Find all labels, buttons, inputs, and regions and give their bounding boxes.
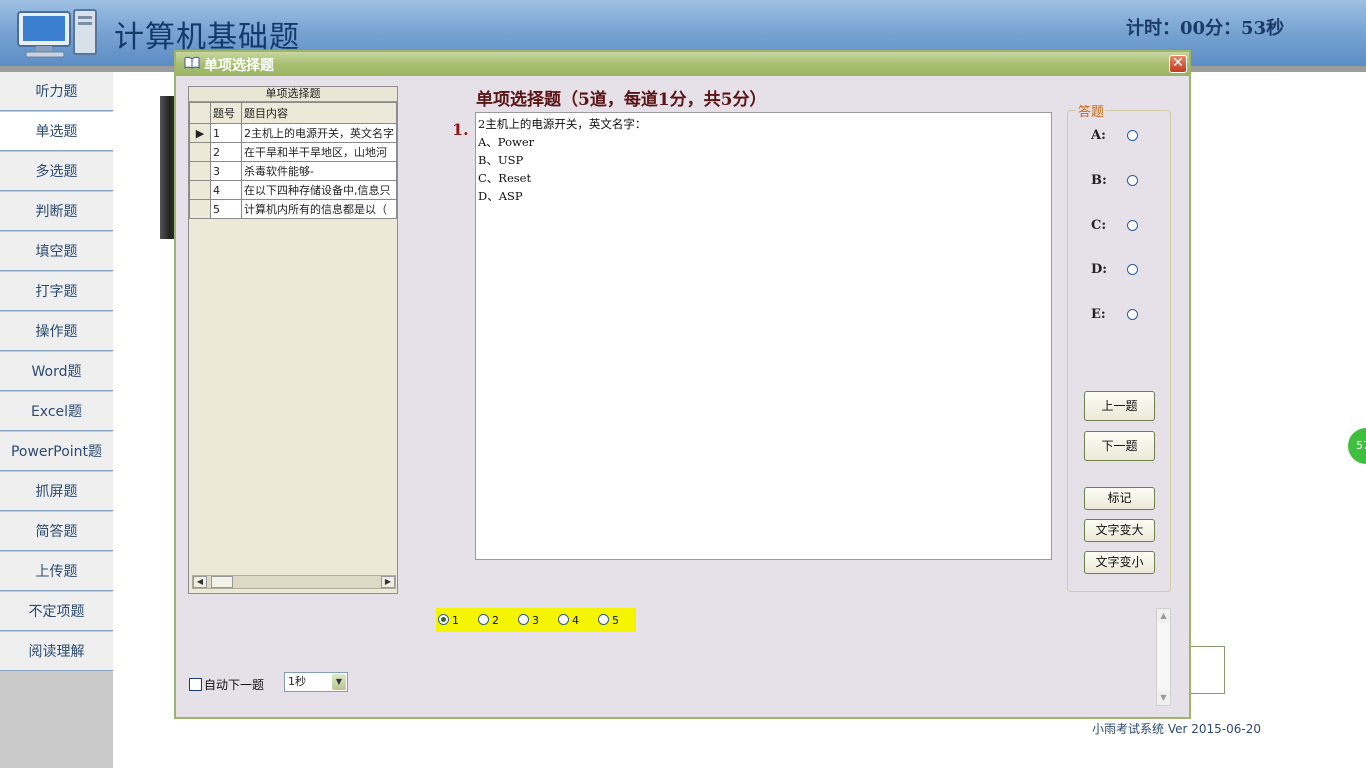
mark-button[interactable]: 标记 — [1084, 487, 1155, 510]
interval-value: 1秒 — [288, 675, 306, 688]
sidebar-item-indefinite-choice[interactable]: 不定项题 — [0, 592, 113, 631]
header-content: 题目内容 — [241, 102, 397, 124]
table-row[interactable]: 5 计算机内所有的信息都是以（ — [189, 199, 397, 219]
table-row[interactable]: 4 在以下四种存储设备中,信息只 — [189, 180, 397, 200]
font-smaller-button[interactable]: 文字变小 — [1084, 551, 1155, 574]
scroll-down-icon[interactable]: ▼ — [1157, 691, 1170, 705]
scroll-right-icon[interactable]: ▶ — [381, 576, 395, 588]
answer-radio-c[interactable] — [1127, 220, 1138, 231]
sidebar-item-fill-blank[interactable]: 填空题 — [0, 232, 113, 271]
interval-select[interactable]: 1秒 ▼ — [284, 672, 348, 692]
close-button[interactable]: ✕ — [1169, 55, 1187, 73]
sidebar-item-multiple-choice[interactable]: 多选题 — [0, 152, 113, 191]
nav-label-1: 1 — [452, 614, 459, 627]
option-line-b: B、USP — [478, 153, 524, 167]
question-heading: 单项选择题（5道，每道1分，共5分） — [476, 90, 767, 110]
auto-next-checkbox[interactable] — [189, 678, 202, 691]
nav-radio-5[interactable] — [598, 614, 609, 625]
exam-timer: 计时：00分：53秒 — [1126, 18, 1285, 39]
row-text: 杀毒软件能够- — [241, 161, 397, 181]
question-stem: 2主机上的电源开关，英文名字： — [478, 117, 647, 131]
row-text: 在以下四种存储设备中,信息只 — [241, 180, 397, 200]
chevron-down-icon[interactable]: ▼ — [332, 674, 346, 690]
question-grid: 单项选择题 题号 题目内容 ▶ 1 2主机上的电源开关，英文名字 2 在干旱和半… — [188, 86, 398, 594]
row-pointer-icon: ▶ — [189, 123, 211, 143]
answer-label-b: B: — [1091, 173, 1107, 188]
sidebar-item-listening[interactable]: 听力题 — [0, 72, 113, 111]
nav-label-5: 5 — [612, 614, 619, 627]
grid-horizontal-scrollbar[interactable]: ◀ ▶ — [192, 575, 396, 589]
answer-label-a: A: — [1091, 128, 1106, 143]
dialog-title: 单项选择题 — [204, 58, 274, 74]
book-icon — [184, 56, 200, 69]
question-table: 题号 题目内容 ▶ 1 2主机上的电源开关，英文名字 2 在干旱和半干旱地区，山… — [189, 102, 397, 219]
answer-label-c: C: — [1091, 218, 1107, 233]
vertical-scrollbar[interactable]: ▲ ▼ — [1156, 608, 1171, 706]
sidebar-item-powerpoint[interactable]: PowerPoint题 — [0, 432, 113, 471]
nav-radio-2[interactable] — [478, 614, 489, 625]
auto-next-label: 自动下一题 — [204, 678, 265, 692]
dialog-titlebar: 单项选择题 ✕ — [176, 52, 1189, 76]
sidebar-item-true-false[interactable]: 判断题 — [0, 192, 113, 231]
version-text: 小雨考试系统 Ver 2015-06-20 — [1092, 722, 1261, 736]
nav-radio-1[interactable] — [438, 614, 449, 625]
header-indicator — [189, 102, 211, 124]
next-question-button[interactable]: 下一题 — [1084, 431, 1155, 461]
sidebar-item-typing[interactable]: 打字题 — [0, 272, 113, 311]
question-nav-strip: 1 2 3 4 5 — [436, 608, 636, 632]
sidebar-item-short-answer[interactable]: 简答题 — [0, 512, 113, 551]
sidebar-item-screenshot[interactable]: 抓屏题 — [0, 472, 113, 511]
scroll-up-icon[interactable]: ▲ — [1157, 609, 1170, 623]
single-choice-dialog: 单项选择题 ✕ 单项选择题 题号 题目内容 ▶ 1 2主机上的电源开关，英文名字… — [174, 50, 1191, 719]
answer-radio-b[interactable] — [1127, 175, 1138, 186]
row-number: 2 — [210, 142, 242, 162]
table-row[interactable]: ▶ 1 2主机上的电源开关，英文名字 — [189, 123, 397, 143]
grid-caption: 单项选择题 — [189, 87, 397, 102]
computer-logo-icon — [17, 9, 97, 58]
answer-legend: 答题 — [1076, 101, 1107, 120]
nav-label-2: 2 — [492, 614, 499, 627]
sidebar-item-operation[interactable]: 操作题 — [0, 312, 113, 351]
sidebar-item-upload[interactable]: 上传题 — [0, 552, 113, 591]
row-number: 5 — [210, 199, 242, 219]
option-line-a: A、Power — [478, 135, 535, 149]
row-text: 在干旱和半干旱地区，山地河 — [241, 142, 397, 162]
answer-radio-d[interactable] — [1127, 264, 1138, 275]
table-row[interactable]: 2 在干旱和半干旱地区，山地河 — [189, 142, 397, 162]
nav-radio-3[interactable] — [518, 614, 529, 625]
header-number: 题号 — [210, 102, 242, 124]
answer-radio-a[interactable] — [1127, 130, 1138, 141]
question-text-box[interactable]: 2主机上的电源开关，英文名字： A、Power B、USP C、Reset D、… — [475, 112, 1052, 560]
nav-label-4: 4 — [572, 614, 579, 627]
row-text: 2主机上的电源开关，英文名字 — [241, 123, 397, 143]
sidebar-item-word[interactable]: Word题 — [0, 352, 113, 391]
table-header: 题号 题目内容 — [189, 102, 397, 124]
question-number: 1. — [452, 120, 469, 139]
row-number: 1 — [210, 123, 242, 143]
sidebar-item-reading[interactable]: 阅读理解 — [0, 632, 113, 671]
sidebar-item-single-choice[interactable]: 单选题 — [0, 112, 113, 151]
answer-label-d: D: — [1091, 262, 1108, 277]
row-text: 计算机内所有的信息都是以（ — [241, 199, 397, 219]
option-line-d: D、ASP — [478, 189, 523, 203]
background-button — [1188, 646, 1225, 694]
scroll-left-icon[interactable]: ◀ — [193, 576, 207, 588]
row-number: 3 — [210, 161, 242, 181]
floating-badge[interactable]: 57 — [1348, 428, 1366, 464]
nav-radio-4[interactable] — [558, 614, 569, 625]
answer-radio-e[interactable] — [1127, 309, 1138, 320]
prev-question-button[interactable]: 上一题 — [1084, 391, 1155, 421]
table-row[interactable]: 3 杀毒软件能够- — [189, 161, 397, 181]
sidebar: 听力题 单选题 多选题 判断题 填空题 打字题 操作题 Word题 Excel题… — [0, 72, 113, 768]
font-bigger-button[interactable]: 文字变大 — [1084, 519, 1155, 542]
sidebar-item-excel[interactable]: Excel题 — [0, 392, 113, 431]
scroll-thumb[interactable] — [211, 576, 233, 588]
row-number: 4 — [210, 180, 242, 200]
answer-label-e: E: — [1091, 307, 1106, 322]
option-line-c: C、Reset — [478, 171, 532, 185]
nav-label-3: 3 — [532, 614, 539, 627]
